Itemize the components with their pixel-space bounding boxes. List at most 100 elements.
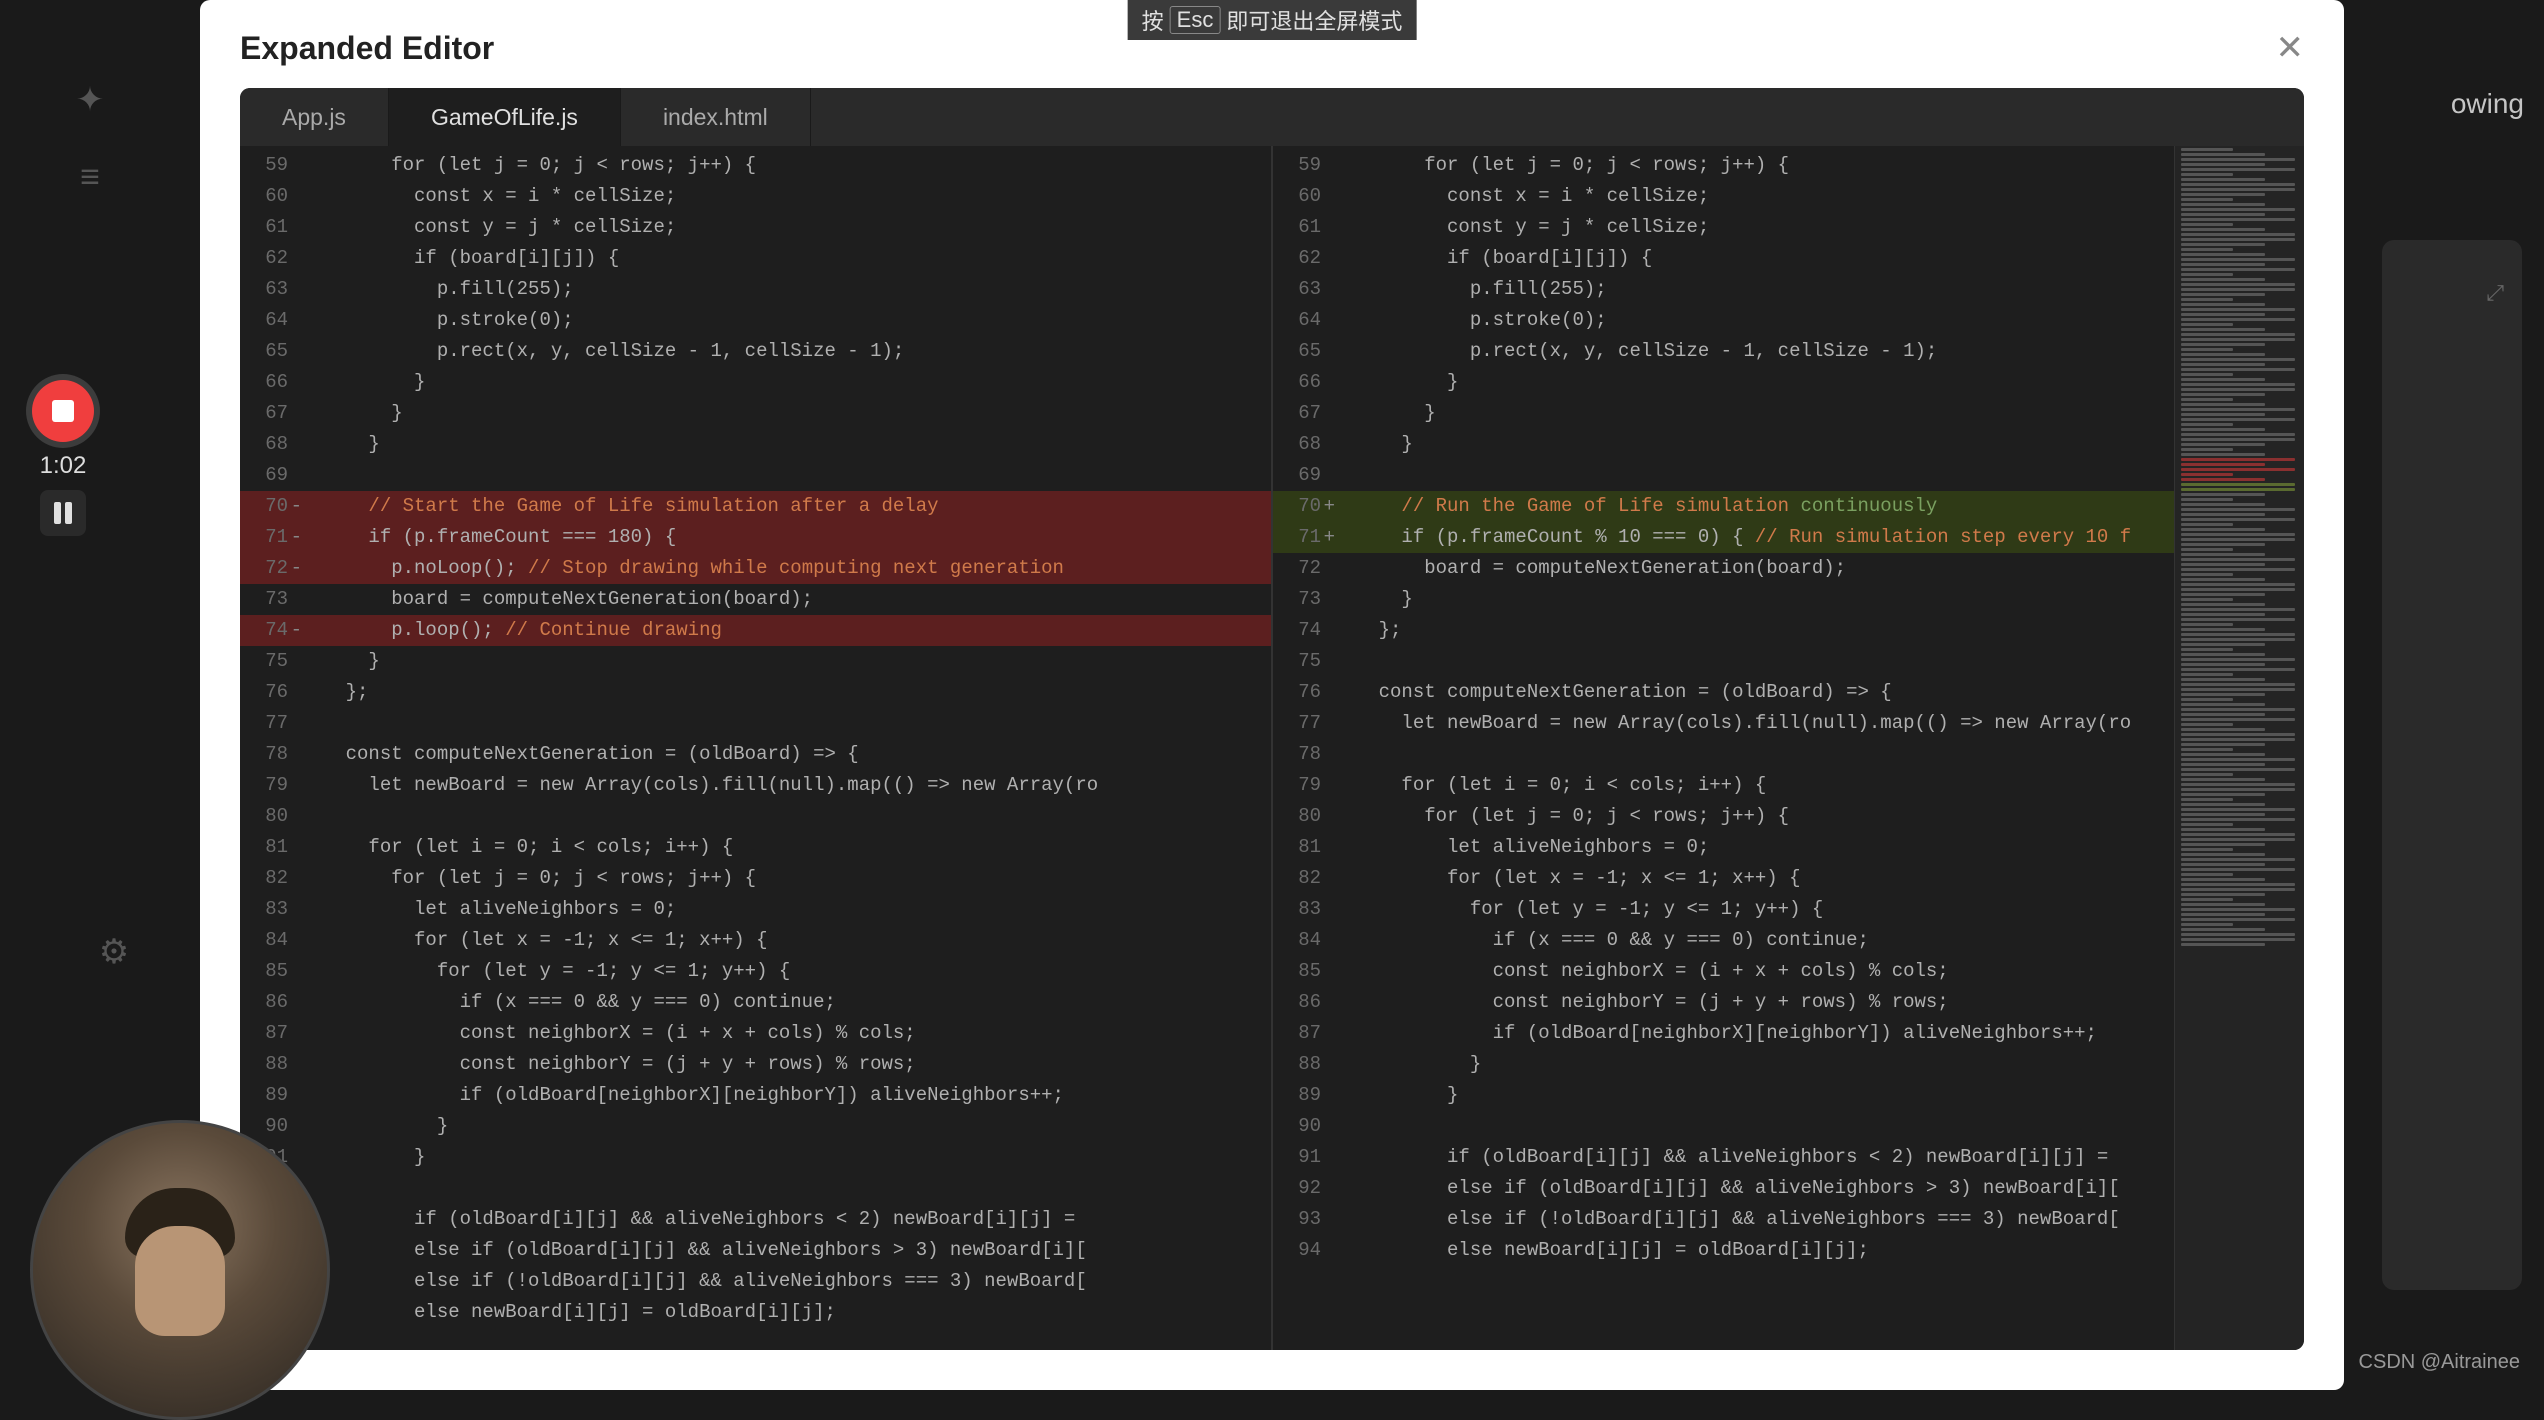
code-line: 61 const y = j * cellSize; bbox=[240, 212, 1271, 243]
code-line: 87 const neighborX = (i + x + cols) % co… bbox=[240, 1018, 1271, 1049]
hint-suffix: 即可退出全屏模式 bbox=[1226, 4, 1402, 36]
close-icon[interactable]: ✕ bbox=[2276, 28, 2305, 68]
code-line: 63 p.fill(255); bbox=[240, 274, 1271, 305]
gear-icon[interactable]: ⚙ bbox=[90, 932, 138, 980]
webcam-overlay[interactable] bbox=[30, 1120, 330, 1420]
pause-button[interactable] bbox=[40, 490, 86, 536]
code-line: 72- p.noLoop(); // Stop drawing while co… bbox=[240, 553, 1271, 584]
code-line: 75 } bbox=[240, 646, 1271, 677]
code-line: 93 else if (!oldBoard[i][j] && aliveNeig… bbox=[1273, 1204, 2304, 1235]
code-line: 62 if (board[i][j]) { bbox=[240, 243, 1271, 274]
code-line: 85 const neighborX = (i + x + cols) % co… bbox=[1273, 956, 2304, 987]
code-line: 94 else newBoard[i][j] = oldBoard[i][j]; bbox=[1273, 1235, 2304, 1266]
code-line: 65 p.rect(x, y, cellSize - 1, cellSize -… bbox=[1273, 336, 2304, 367]
code-line: 90 } bbox=[240, 1111, 1271, 1142]
code-line: 64 p.stroke(0); bbox=[1273, 305, 2304, 336]
code-line: 76 }; bbox=[240, 677, 1271, 708]
right-diff-pane[interactable]: 59 for (let j = 0; j < rows; j++) {60 co… bbox=[1271, 146, 2304, 1350]
sparkle-icon[interactable]: ✦ bbox=[66, 80, 114, 128]
code-line: 83 for (let y = -1; y <= 1; y++) { bbox=[1273, 894, 2304, 925]
tab-GameOfLife-js[interactable]: GameOfLife.js bbox=[389, 88, 621, 146]
code-line: 81 let aliveNeighbors = 0; bbox=[1273, 832, 2304, 863]
code-line: 86 const neighborY = (j + y + rows) % ro… bbox=[1273, 987, 2304, 1018]
code-line: 84 if (x === 0 && y === 0) continue; bbox=[1273, 925, 2304, 956]
code-line: 63 p.fill(255); bbox=[1273, 274, 2304, 305]
code-line: 59 for (let j = 0; j < rows; j++) { bbox=[1273, 150, 2304, 181]
code-line: 73 } bbox=[1273, 584, 2304, 615]
code-line: 92 bbox=[240, 1173, 1271, 1204]
code-line: 66 } bbox=[1273, 367, 2304, 398]
code-line: 88 const neighborY = (j + y + rows) % ro… bbox=[240, 1049, 1271, 1080]
code-line: 85 for (let y = -1; y <= 1; y++) { bbox=[240, 956, 1271, 987]
code-line: 90 bbox=[1273, 1111, 2304, 1142]
code-line: 92 else if (oldBoard[i][j] && aliveNeigh… bbox=[1273, 1173, 2304, 1204]
code-line: 69 bbox=[1273, 460, 2304, 491]
code-line: 93 if (oldBoard[i][j] && aliveNeighbors … bbox=[240, 1204, 1271, 1235]
code-line: 96 else newBoard[i][j] = oldBoard[i][j]; bbox=[240, 1297, 1271, 1328]
code-line: 82 for (let j = 0; j < rows; j++) { bbox=[240, 863, 1271, 894]
editor-container: App.jsGameOfLife.jsindex.html 59 for (le… bbox=[240, 88, 2304, 1350]
peek-text: owing bbox=[2451, 88, 2524, 120]
code-line: 61 const y = j * cellSize; bbox=[1273, 212, 2304, 243]
code-line: 68 } bbox=[240, 429, 1271, 460]
code-line: 67 } bbox=[240, 398, 1271, 429]
code-line: 72 board = computeNextGeneration(board); bbox=[1273, 553, 2304, 584]
code-line: 71- if (p.frameCount === 180) { bbox=[240, 522, 1271, 553]
fullscreen-exit-hint: 按 Esc 即可退出全屏模式 bbox=[1128, 0, 1417, 40]
right-sidebar-peek: owing ⤢ bbox=[2354, 0, 2544, 1390]
code-line: 74- p.loop(); // Continue drawing bbox=[240, 615, 1271, 646]
code-line: 88 } bbox=[1273, 1049, 2304, 1080]
code-line: 69 bbox=[240, 460, 1271, 491]
code-line: 65 p.rect(x, y, cellSize - 1, cellSize -… bbox=[240, 336, 1271, 367]
code-line: 67 } bbox=[1273, 398, 2304, 429]
minimap[interactable] bbox=[2174, 146, 2304, 1350]
code-line: 60 const x = i * cellSize; bbox=[240, 181, 1271, 212]
code-line: 95 else if (!oldBoard[i][j] && aliveNeig… bbox=[240, 1266, 1271, 1297]
stop-record-button[interactable] bbox=[32, 380, 94, 442]
code-line: 78 bbox=[1273, 739, 2304, 770]
code-line: 71+ if (p.frameCount % 10 === 0) { // Ru… bbox=[1273, 522, 2304, 553]
code-line: 86 if (x === 0 && y === 0) continue; bbox=[240, 987, 1271, 1018]
code-line: 66 } bbox=[240, 367, 1271, 398]
code-line: 59 for (let j = 0; j < rows; j++) { bbox=[240, 150, 1271, 181]
code-line: 60 const x = i * cellSize; bbox=[1273, 181, 2304, 212]
code-line: 84 for (let x = -1; x <= 1; x++) { bbox=[240, 925, 1271, 956]
menu-icon[interactable]: ≡ bbox=[66, 158, 114, 206]
modal-title: Expanded Editor bbox=[240, 30, 494, 67]
code-line: 78 const computeNextGeneration = (oldBoa… bbox=[240, 739, 1271, 770]
diff-panes: 59 for (let j = 0; j < rows; j++) {60 co… bbox=[240, 146, 2304, 1350]
code-line: 80 for (let j = 0; j < rows; j++) { bbox=[1273, 801, 2304, 832]
expand-icon[interactable]: ⤢ bbox=[2486, 280, 2504, 306]
record-timer: 1:02 bbox=[40, 452, 87, 480]
expanded-editor-modal: Expanded Editor ✕ App.jsGameOfLife.jsind… bbox=[200, 0, 2344, 1390]
peek-card bbox=[2382, 240, 2522, 1290]
hint-prefix: 按 bbox=[1142, 4, 1164, 36]
tab-index-html[interactable]: index.html bbox=[621, 88, 811, 146]
code-line: 89 if (oldBoard[neighborX][neighborY]) a… bbox=[240, 1080, 1271, 1111]
tab-App-js[interactable]: App.js bbox=[240, 88, 389, 146]
code-line: 80 bbox=[240, 801, 1271, 832]
code-line: 77 let newBoard = new Array(cols).fill(n… bbox=[1273, 708, 2304, 739]
code-line: 64 p.stroke(0); bbox=[240, 305, 1271, 336]
code-line: 91 if (oldBoard[i][j] && aliveNeighbors … bbox=[1273, 1142, 2304, 1173]
watermark: CSDN @Aitrainee bbox=[2359, 1351, 2520, 1374]
code-line: 76 const computeNextGeneration = (oldBoa… bbox=[1273, 677, 2304, 708]
code-line: 75 bbox=[1273, 646, 2304, 677]
code-line: 89 } bbox=[1273, 1080, 2304, 1111]
esc-key: Esc bbox=[1170, 6, 1221, 34]
code-line: 73 board = computeNextGeneration(board); bbox=[240, 584, 1271, 615]
code-line: 94 else if (oldBoard[i][j] && aliveNeigh… bbox=[240, 1235, 1271, 1266]
code-line: 68 } bbox=[1273, 429, 2304, 460]
recorder-controls: 1:02 bbox=[18, 380, 108, 536]
code-line: 77 bbox=[240, 708, 1271, 739]
code-line: 79 for (let i = 0; i < cols; i++) { bbox=[1273, 770, 2304, 801]
code-line: 74 }; bbox=[1273, 615, 2304, 646]
code-line: 91 } bbox=[240, 1142, 1271, 1173]
code-line: 62 if (board[i][j]) { bbox=[1273, 243, 2304, 274]
right-code: 59 for (let j = 0; j < rows; j++) {60 co… bbox=[1273, 146, 2304, 1266]
code-line: 70+ // Run the Game of Life simulation c… bbox=[1273, 491, 2304, 522]
code-line: 79 let newBoard = new Array(cols).fill(n… bbox=[240, 770, 1271, 801]
left-diff-pane[interactable]: 59 for (let j = 0; j < rows; j++) {60 co… bbox=[240, 146, 1271, 1350]
code-line: 83 let aliveNeighbors = 0; bbox=[240, 894, 1271, 925]
code-line: 87 if (oldBoard[neighborX][neighborY]) a… bbox=[1273, 1018, 2304, 1049]
